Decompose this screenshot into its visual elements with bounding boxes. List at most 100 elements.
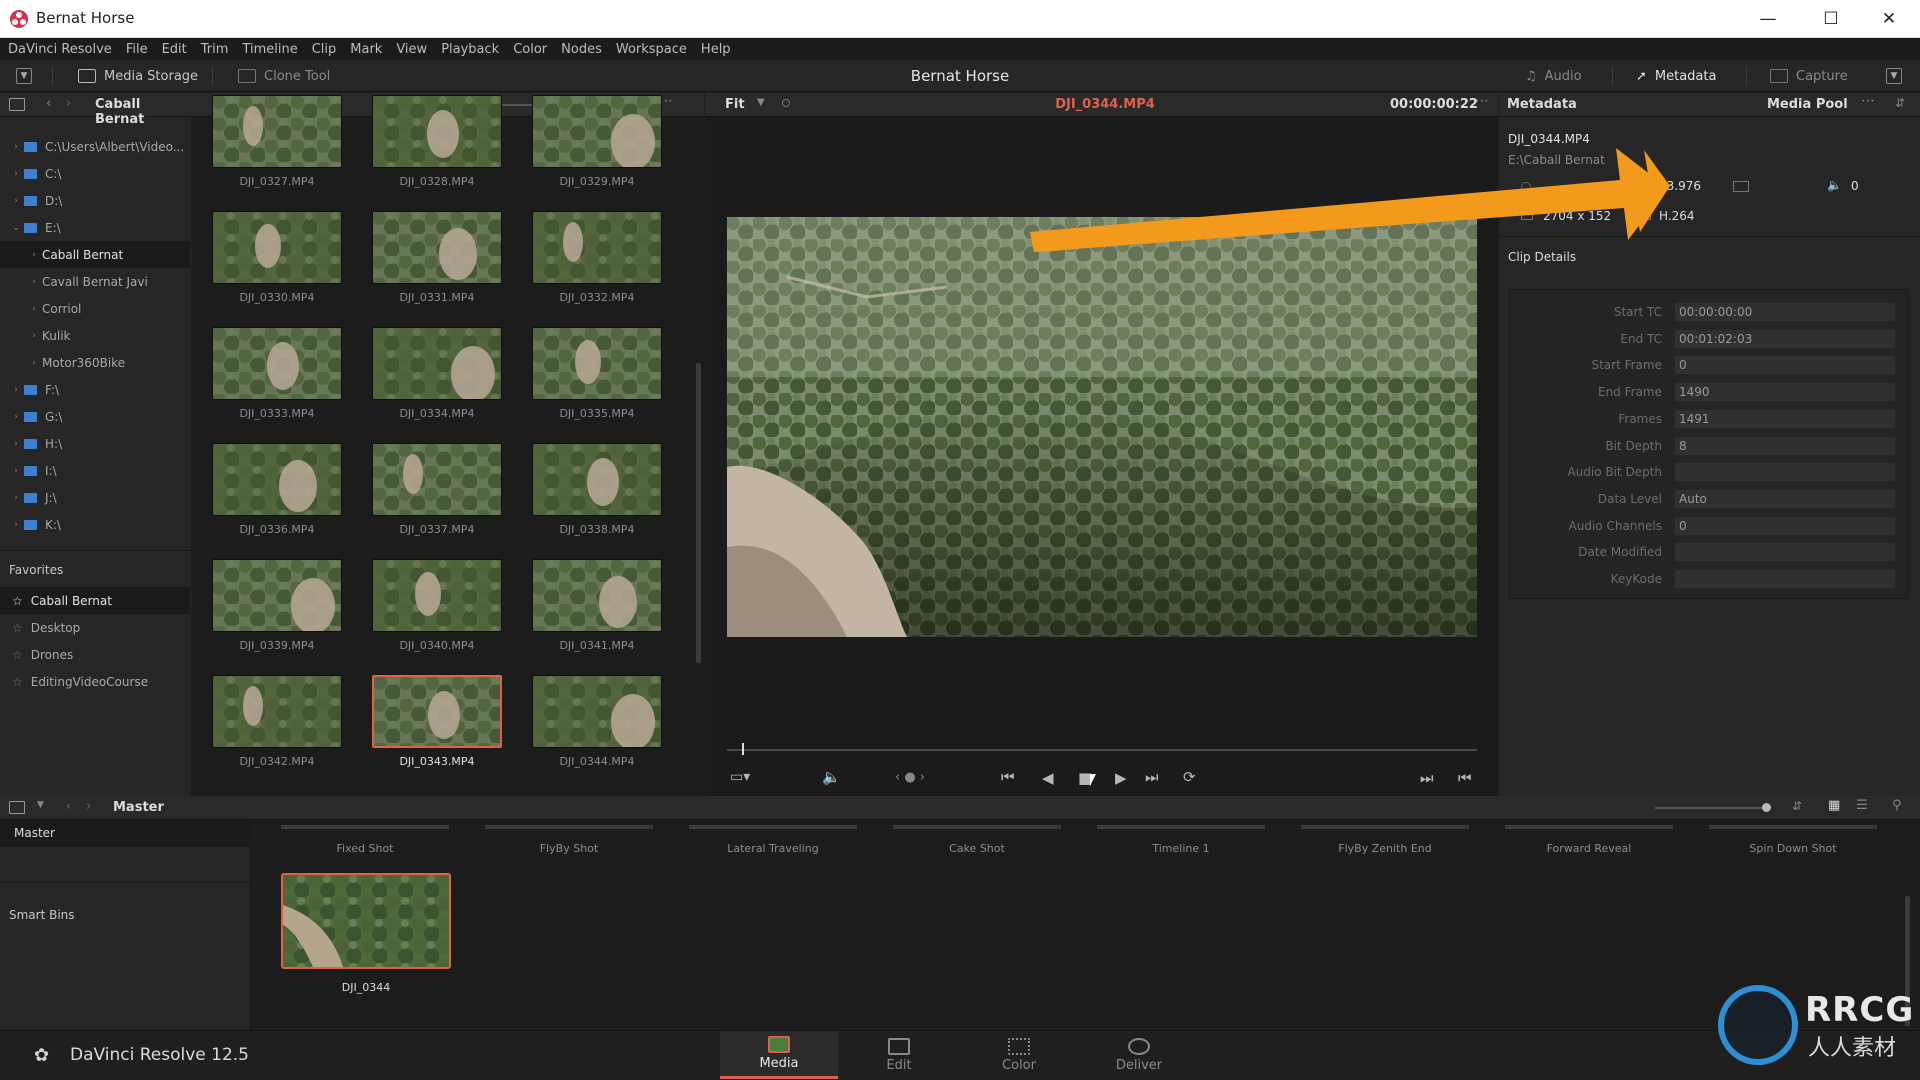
jog-control[interactable]: ‹ ● › [895,770,925,785]
favorite-item[interactable]: ☆ Desktop [0,614,190,641]
clip-thumbnail[interactable] [532,559,662,632]
tree-item[interactable]: › K:\ [0,511,190,538]
clip-thumbnail[interactable] [372,327,502,400]
clip-thumbnail[interactable] [212,675,342,748]
play-icon[interactable]: ▶ [1115,769,1127,787]
chevron-right-icon[interactable]: › [8,385,24,395]
chevron-right-icon[interactable]: › [26,277,42,287]
clip-thumbnail[interactable] [532,95,662,168]
chevron-right-icon[interactable]: › [26,331,42,341]
metadata-field-value[interactable]: 0 [1674,515,1896,536]
chevron-right-icon[interactable]: › [26,250,42,260]
menu-item[interactable]: Color [513,42,547,57]
back-icon[interactable]: ‹ [46,96,51,111]
page-media-tab[interactable]: Media [720,1031,838,1079]
menu-item[interactable]: Trim [201,42,229,57]
menu-item[interactable]: Clip [312,42,337,57]
favorite-item[interactable]: ☆ Drones [0,641,190,668]
chevron-down-icon[interactable]: ▼ [37,800,44,810]
tree-item[interactable]: › D:\ [0,187,190,214]
tree-item[interactable]: › Cavall Bernat Javi [0,268,190,295]
more-options-icon[interactable]: ⋯ [1861,93,1875,109]
clip-thumbnail[interactable] [372,211,502,284]
pool-clip-thumbnail[interactable] [281,873,451,969]
bin-item-thumbnail[interactable] [1709,825,1877,829]
clip-thumbnail[interactable] [372,95,502,168]
clip-thumbnail[interactable] [212,327,342,400]
sidebar-toggle-icon[interactable] [9,98,25,111]
metadata-field-value[interactable]: 8 [1674,435,1896,456]
go-to-end-icon[interactable]: ⏭ [1145,768,1159,786]
chevron-right-icon[interactable]: › [8,466,24,476]
list-view-icon[interactable]: ☰ [1856,798,1868,813]
pool-thumb-slider[interactable] [1655,807,1767,809]
forward-icon[interactable]: › [66,96,71,111]
zoom-select[interactable]: Fit [725,97,745,112]
bin-item-thumbnail[interactable] [893,825,1061,829]
audio-button[interactable]: ♫ Audio [1525,60,1582,92]
aspect-select-icon[interactable]: ▭▾ [730,769,750,785]
clip-thumbnail[interactable] [532,443,662,516]
bin-item-thumbnail[interactable] [485,825,653,829]
tree-item[interactable]: › J:\ [0,484,190,511]
next-frame-icon[interactable]: ⏭ [1420,769,1434,787]
chevron-right-icon[interactable]: › [8,412,24,422]
metadata-field-value[interactable]: 0 [1674,355,1896,376]
menu-item[interactable]: DaVinci Resolve [8,42,112,57]
metadata-button[interactable]: ➚ Metadata [1636,60,1716,92]
metadata-field-value[interactable]: 1491 [1674,408,1896,429]
tree-item[interactable]: ⌄ E:\ [0,214,190,241]
search-icon[interactable]: ⚲ [1892,798,1902,813]
bin-item-thumbnail[interactable] [689,825,857,829]
metadata-field-value[interactable]: 00:01:02:03 [1674,328,1896,349]
metadata-field-value[interactable]: Auto [1674,488,1896,509]
play-reverse-icon[interactable]: ◀ [1042,769,1054,787]
chevron-right-icon[interactable]: › [8,142,24,152]
clip-thumbnail[interactable] [372,675,502,748]
page-edit-tab[interactable]: Edit [840,1031,958,1079]
loop-icon[interactable]: ⟳ [1183,768,1196,786]
volume-icon[interactable]: 🔈 [822,768,841,786]
more-options-icon[interactable]: ⋯ [1475,93,1489,109]
chevron-down-icon[interactable]: ⌄ [8,223,24,233]
back-icon[interactable]: ‹ [66,799,71,814]
metadata-field-value[interactable] [1674,569,1896,589]
forward-icon[interactable]: › [86,799,91,814]
panel-toggle-icon[interactable]: ▼ [16,68,32,84]
clip-thumbnail[interactable] [212,211,342,284]
chevron-right-icon[interactable]: › [8,196,24,206]
chevron-right-icon[interactable]: › [26,304,42,314]
tree-item[interactable]: › H:\ [0,430,190,457]
menu-item[interactable]: Edit [162,42,187,57]
menu-item[interactable]: Mark [350,42,382,57]
bin-list-toggle-icon[interactable] [9,801,25,814]
clip-thumbnail[interactable] [212,559,342,632]
capture-button[interactable]: Capture [1770,60,1848,92]
pool-thumb-handle[interactable] [1762,803,1771,812]
tree-item[interactable]: › Caball Bernat [0,241,190,268]
chevron-down-icon[interactable]: ▼ [757,97,765,108]
minimize-button[interactable]: — [1745,0,1791,38]
tree-item[interactable]: › Motor360Bike [0,349,190,376]
grid-view-icon[interactable]: ▦ [1828,798,1840,813]
page-deliver-tab[interactable]: Deliver [1080,1031,1198,1079]
tree-item[interactable]: › F:\ [0,376,190,403]
metadata-field-value[interactable] [1674,462,1896,483]
tree-item[interactable]: › C:\Users\Albert\Video... [0,133,190,160]
chevron-right-icon[interactable]: › [26,358,42,368]
chevron-right-icon[interactable]: › [8,439,24,449]
panel-toggle-right-icon[interactable]: ▼ [1886,68,1902,84]
clip-thumbnail[interactable] [532,675,662,748]
menu-item[interactable]: Nodes [561,42,602,57]
clip-thumbnail[interactable] [212,95,342,168]
media-storage-button[interactable]: Media Storage [78,60,198,92]
scrollbar[interactable] [696,363,701,663]
favorite-item[interactable]: ☆ EditingVideoCourse [0,668,190,695]
chevron-right-icon[interactable]: › [8,169,24,179]
favorite-item[interactable]: ☆ Caball Bernat [0,587,190,614]
chevron-right-icon[interactable]: › [8,520,24,530]
clip-thumbnail[interactable] [532,327,662,400]
media-pool-tab[interactable]: Media Pool [1767,97,1848,112]
clip-thumbnail[interactable] [212,443,342,516]
metadata-field-value[interactable]: 00:00:00:00 [1674,302,1896,322]
